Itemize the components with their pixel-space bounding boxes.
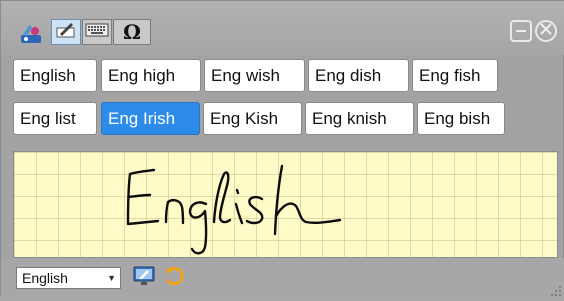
status-bar: English ▼ [1,258,564,297]
close-button[interactable] [535,20,557,42]
minus-icon [516,30,526,32]
omega-icon: Ω [123,20,141,44]
candidate-eng-bish[interactable]: Eng bish [417,102,505,135]
symbols-mode-button[interactable]: Ω [113,19,151,45]
chevron-down-icon: ▼ [107,273,116,283]
candidate-eng-dish[interactable]: Eng dish [308,59,409,92]
candidate-eng-wish[interactable]: Eng wish [204,59,305,92]
minimize-button[interactable] [510,20,532,42]
candidate-eng-knish[interactable]: Eng knish [305,102,414,135]
language-select[interactable]: English ▼ [16,267,121,289]
close-icon [539,22,553,41]
candidate-english[interactable]: English [13,59,97,92]
ink-writing-area[interactable] [13,151,558,258]
candidate-eng-high[interactable]: Eng high [101,59,201,92]
language-select-value: English [22,270,68,286]
undo-swirl-icon[interactable] [163,265,185,287]
handwriting-panel: Ω English Eng high Eng wish Eng dish Eng… [0,0,564,297]
candidate-eng-kish[interactable]: Eng Kish [203,102,302,135]
toolbar: Ω [1,1,564,55]
keyboard-mode-button[interactable] [82,19,112,45]
resize-grip-icon[interactable] [551,283,561,296]
candidate-eng-irish[interactable]: Eng Irish [101,102,200,135]
candidate-eng-fish[interactable]: Eng fish [412,59,498,92]
candidate-eng-list[interactable]: Eng list [13,102,97,135]
monitor-icon[interactable] [133,265,155,287]
paint-tray-icon[interactable] [19,21,43,45]
handwriting-mode-button[interactable] [51,19,81,45]
handwriting-stroke [126,164,342,255]
keyboard-icon [85,23,109,42]
pen-on-paper-icon [55,21,77,44]
